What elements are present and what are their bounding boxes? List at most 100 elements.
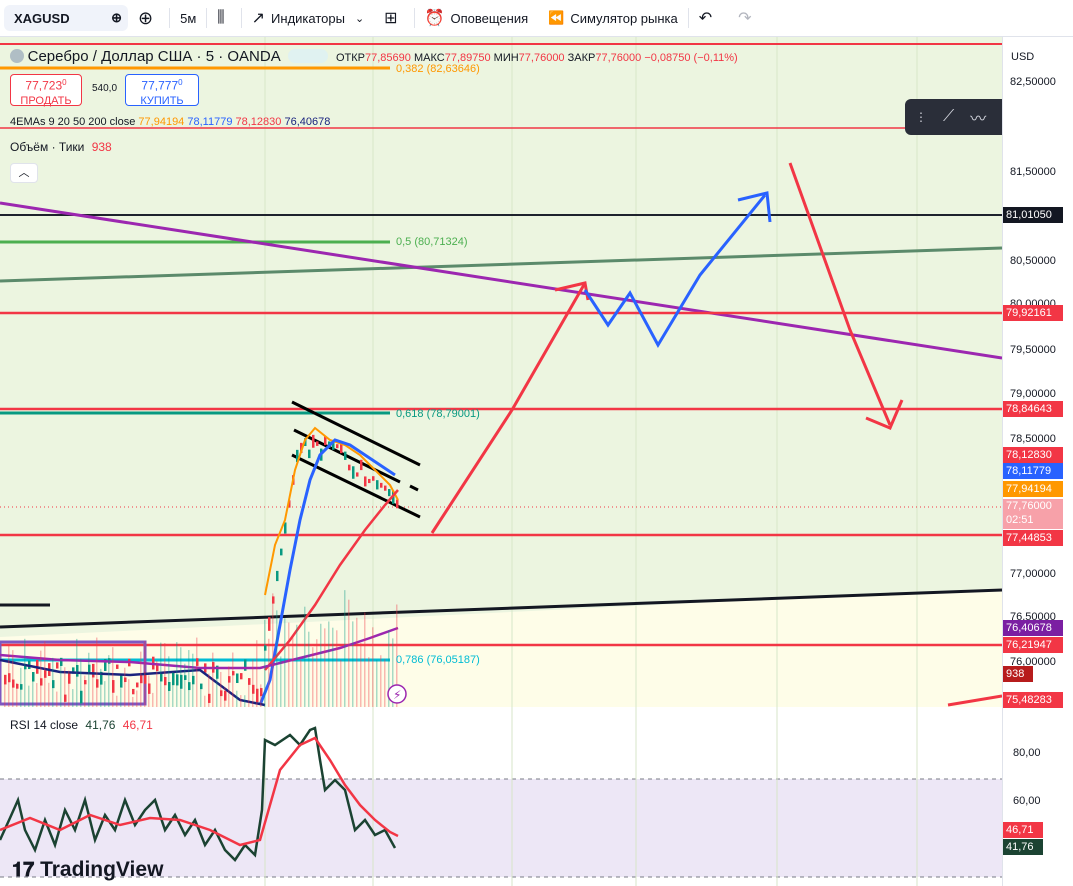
price-label-rsi-ma: 46,71 — [1003, 822, 1043, 838]
volume-bar — [32, 680, 34, 707]
candle — [348, 464, 351, 471]
path-tool-icon[interactable]: 〰 — [970, 105, 986, 129]
volume-bar — [28, 685, 30, 707]
grey-trendline[interactable] — [0, 246, 1002, 283]
axis-tick: 80,50000 — [1010, 255, 1056, 267]
candle — [32, 672, 35, 682]
buy-label: КУПИТЬ — [140, 94, 184, 107]
volume-bar — [356, 617, 358, 707]
candle — [236, 673, 239, 684]
price-label-volume: 938 — [1003, 666, 1033, 682]
rsi-legend-value: 41,76 — [85, 718, 116, 732]
volume-bar — [232, 652, 234, 707]
volume-bar — [292, 635, 294, 707]
tv-logo-icon: 𝟏𝟕 — [12, 859, 35, 881]
tradingview-logo[interactable]: 𝟏𝟕 TradingView — [12, 858, 163, 882]
volume-bar — [180, 647, 182, 707]
volume-bar — [8, 644, 10, 707]
volume-bar — [252, 659, 254, 707]
rsi-ma-legend-value: 46,71 — [122, 718, 153, 732]
volume-bar — [168, 656, 170, 707]
volume-bar — [324, 628, 326, 707]
volume-bar — [372, 627, 374, 707]
candle — [116, 664, 119, 669]
drawings-overlay: ⚡ — [0, 37, 1002, 886]
rsi-legend[interactable]: RSI 14 close 41,76 46,71 — [10, 718, 153, 732]
volume-bar — [332, 627, 334, 707]
volume-bar — [340, 659, 342, 707]
volume-bar — [236, 690, 238, 707]
price-label-ema20: 78,11779 — [1003, 463, 1063, 479]
buy-button[interactable]: 77,7770 КУПИТЬ — [125, 74, 199, 107]
volume-bar — [364, 612, 366, 707]
fib-label-0382: 0,382 (82,63646) — [396, 63, 480, 75]
volume-bar — [296, 624, 298, 707]
level-line-75482[interactable] — [947, 694, 1002, 707]
volume-bar — [128, 679, 130, 707]
collapse-legend-button[interactable]: ︿ — [10, 163, 38, 183]
candle — [308, 449, 311, 459]
volume-bar — [196, 637, 198, 707]
volume-bar — [220, 671, 222, 707]
candle — [268, 617, 271, 631]
candlesticks[interactable] — [4, 434, 399, 704]
volume-bar — [344, 590, 346, 707]
close-value: 77,76000 — [595, 52, 642, 64]
volume-bar — [204, 695, 206, 707]
fib-label-0786: 0,786 (76,05187) — [396, 654, 480, 666]
volume-bar — [188, 650, 190, 707]
volume-bar — [24, 638, 26, 707]
volume-bar — [36, 683, 38, 707]
sell-button[interactable]: 77,7230 ПРОДАТЬ — [10, 74, 82, 107]
axis-tick: 79,00000 — [1010, 388, 1056, 400]
volume-bar — [216, 673, 218, 707]
volume-bar — [172, 672, 174, 707]
volume-bar — [40, 650, 42, 707]
price-label-ema9: 77,94194 — [1003, 481, 1063, 497]
volume-bar — [276, 610, 278, 707]
volume-bar — [140, 651, 142, 707]
trendline-tool-icon[interactable]: ⟋ — [943, 108, 954, 126]
lightning-glyph: ⚡ — [393, 688, 401, 702]
volume-bar — [48, 682, 50, 707]
volume-bar — [320, 623, 322, 707]
ema-20-value: 78,11779 — [187, 116, 233, 128]
volume-legend[interactable]: Объём · Тики 938 — [10, 140, 112, 154]
price-label-79921: 79,92161 — [1003, 305, 1063, 321]
candle — [344, 451, 347, 460]
volume-bar — [84, 675, 86, 707]
volume-bar — [280, 656, 282, 707]
candle — [368, 478, 371, 484]
volume-bar — [376, 659, 378, 707]
volume-bar — [316, 639, 318, 707]
volume-bar — [176, 642, 178, 707]
volume-bar — [212, 652, 214, 707]
ema-legend-label: 4EMAs 9 20 50 200 close — [10, 116, 136, 128]
forecast-blue-path[interactable] — [583, 194, 767, 349]
price-label-ema200: 76,40678 — [1003, 620, 1063, 636]
forecast-red-down[interactable] — [788, 162, 892, 426]
volume-bar — [132, 696, 134, 707]
volume-bar — [100, 668, 102, 707]
axis-tick: 77,00000 — [1010, 568, 1056, 580]
candle — [360, 459, 363, 471]
flag-channel-bottom[interactable] — [291, 453, 421, 519]
drag-handle-icon[interactable]: ⋮ — [915, 110, 927, 124]
volume-bar — [308, 631, 310, 707]
volume-bar — [44, 641, 46, 707]
ema-legend[interactable]: 4EMAs 9 20 50 200 close 77,94194 78,1177… — [10, 116, 330, 128]
currency-label[interactable]: USD — [1011, 51, 1034, 63]
price-label-rsi: 41,76 — [1003, 839, 1043, 855]
volume-bar — [156, 660, 158, 707]
candle — [384, 485, 387, 491]
flag-channel-dash[interactable] — [409, 484, 419, 492]
candle — [56, 662, 59, 669]
volume-bar — [352, 621, 354, 707]
axis-tick: 81,50000 — [1010, 166, 1056, 178]
volume-bar — [124, 667, 126, 707]
volume-bar — [160, 642, 162, 707]
ema-50-value: 78,12830 — [235, 116, 282, 128]
black-trendline[interactable] — [0, 588, 1002, 629]
volume-bar — [116, 695, 118, 707]
volume-bar — [136, 690, 138, 707]
